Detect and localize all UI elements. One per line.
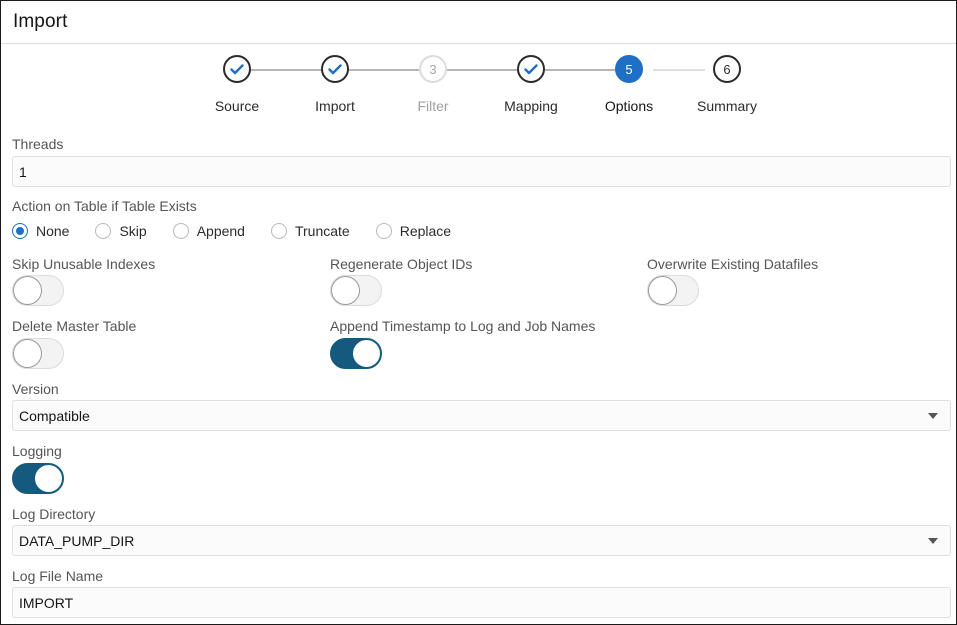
- log-file-name-input[interactable]: IMPORT: [12, 587, 951, 618]
- table-action-label: Action on Table if Table Exists: [12, 198, 197, 214]
- delete-master-table-toggle[interactable]: [12, 338, 64, 369]
- append-timestamp-label: Append Timestamp to Log and Job Names: [330, 318, 596, 334]
- radio-label: Append: [196, 223, 245, 239]
- radio-label: None: [36, 223, 70, 239]
- threads-input[interactable]: 1: [12, 156, 951, 187]
- step-summary[interactable]: 6 Summary: [677, 55, 777, 114]
- radio-none[interactable]: None: [12, 223, 69, 239]
- log-directory-value: DATA_PUMP_DIR: [19, 532, 135, 549]
- overwrite-datafiles-label: Overwrite Existing Datafiles: [647, 256, 819, 272]
- step-mapping[interactable]: Mapping: [481, 55, 581, 114]
- regenerate-object-ids-label: Regenerate Object IDs: [330, 256, 473, 272]
- logging-label: Logging: [12, 443, 62, 459]
- log-directory-label: Log Directory: [12, 506, 96, 522]
- version-select[interactable]: Compatible: [12, 400, 951, 431]
- radio-skip[interactable]: Skip: [95, 223, 147, 239]
- radio-selected-icon: [12, 223, 28, 239]
- radio-append[interactable]: Append: [172, 223, 245, 239]
- step-label: Summary: [697, 98, 757, 114]
- step-number: 3: [419, 55, 447, 83]
- radio-truncate[interactable]: Truncate: [270, 223, 350, 239]
- step-label: Filter: [417, 98, 449, 114]
- step-label: Source: [214, 98, 260, 114]
- version-value: Compatible: [19, 407, 90, 424]
- dialog-header: Import: [1, 1, 956, 44]
- log-file-name-value: IMPORT: [19, 594, 74, 611]
- radio-unselected-icon: [270, 223, 287, 239]
- radio-label: Replace: [399, 223, 452, 239]
- step-label: Mapping: [504, 98, 558, 114]
- toggle-knob: [331, 276, 360, 305]
- step-import[interactable]: Import: [285, 55, 385, 114]
- import-dialog: Import Source Import 3 Filter Mapping 5 …: [0, 0, 957, 625]
- toggle-knob: [352, 339, 381, 368]
- check-icon: [321, 55, 349, 83]
- version-label: Version: [12, 381, 59, 397]
- skip-unusable-indexes-toggle[interactable]: [12, 275, 64, 306]
- dropdown-caret-icon: [928, 413, 938, 419]
- radio-replace[interactable]: Replace: [375, 223, 452, 239]
- wizard-stepper: Source Import 3 Filter Mapping 5 Options…: [1, 55, 957, 125]
- log-directory-select[interactable]: DATA_PUMP_DIR: [12, 525, 951, 556]
- dropdown-caret-icon: [928, 538, 938, 544]
- radio-unselected-icon: [172, 223, 189, 239]
- toggle-knob: [34, 464, 63, 493]
- radio-label: Skip: [119, 223, 147, 239]
- toggle-knob: [13, 339, 42, 368]
- logging-toggle[interactable]: [12, 463, 64, 494]
- overwrite-datafiles-toggle[interactable]: [647, 275, 699, 306]
- dialog-title: Import: [13, 11, 68, 32]
- toggle-knob: [648, 276, 677, 305]
- log-file-name-label: Log File Name: [12, 568, 104, 584]
- step-filter: 3 Filter: [383, 55, 483, 114]
- step-number: 5: [615, 55, 643, 83]
- radio-unselected-icon: [95, 223, 112, 239]
- step-options[interactable]: 5 Options: [579, 55, 679, 114]
- step-source[interactable]: Source: [187, 55, 287, 114]
- threads-label: Threads: [12, 136, 64, 152]
- step-number: 6: [713, 55, 741, 83]
- toggle-knob: [13, 276, 42, 305]
- check-icon: [223, 55, 251, 83]
- step-label: Options: [604, 98, 654, 114]
- skip-unusable-indexes-label: Skip Unusable Indexes: [12, 256, 156, 272]
- delete-master-table-label: Delete Master Table: [12, 318, 137, 334]
- check-icon: [517, 55, 545, 83]
- append-timestamp-toggle[interactable]: [330, 338, 382, 369]
- regenerate-object-ids-toggle[interactable]: [330, 275, 382, 306]
- radio-unselected-icon: [375, 223, 392, 239]
- step-label: Import: [315, 98, 355, 114]
- table-action-radio-group: None Skip Append Truncate Replace: [12, 223, 477, 239]
- threads-value: 1: [19, 163, 27, 180]
- radio-label: Truncate: [294, 223, 350, 239]
